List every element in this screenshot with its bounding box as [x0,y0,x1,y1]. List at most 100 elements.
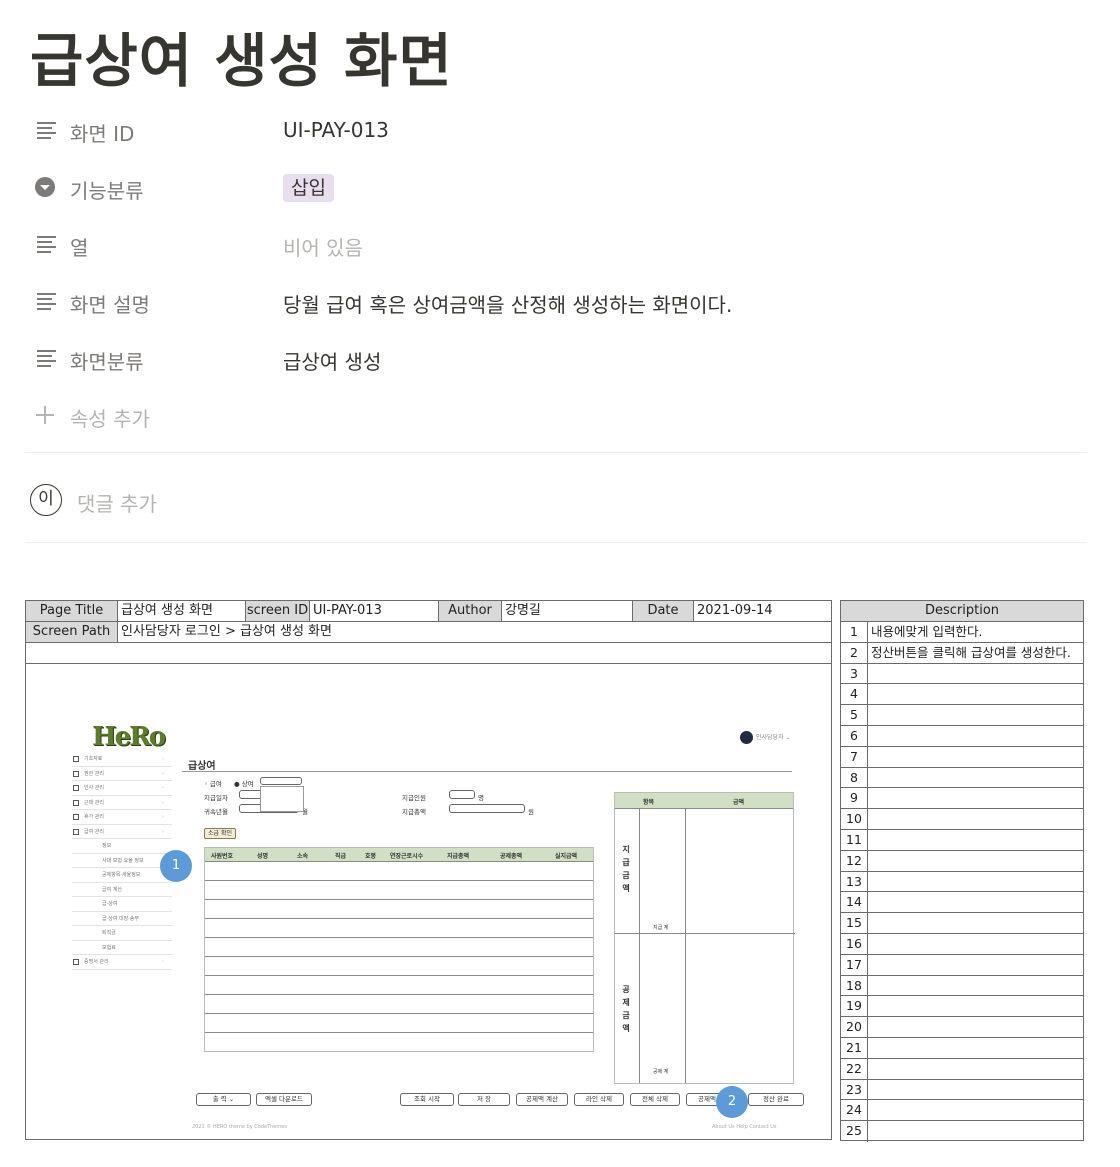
table-row[interactable] [205,900,593,919]
table-row[interactable] [205,862,593,881]
description-row: 23 [841,1079,1083,1101]
excel-download-button[interactable]: 엑셀 다운로드 [256,1093,312,1106]
headcount-input[interactable] [449,790,475,799]
deduction-calc-button[interactable]: 공제액 계산 [516,1093,568,1106]
grid-header-cell: 공제총액 [500,853,523,860]
description-row: 25 [841,1121,1083,1142]
sidebar-subitem[interactable]: 보험료 [72,941,172,955]
add-property-label: 속성 추가 [70,407,150,431]
property-value[interactable]: 당월 급여 혹은 상여금액을 산정해 생성하는 화면이다. [283,289,732,318]
property-screen-id[interactable]: 화면 ID UI-PAY-013 [32,110,1092,150]
print-button[interactable]: 출 력 ⌄ [196,1093,251,1106]
description-row: 15 [841,913,1083,934]
row-number: 15 [841,913,868,933]
search-start-button[interactable]: 조회 시작 [400,1093,454,1106]
app-window: HeRo 인사담당자 ⌄ 기초자료 › 권한 관리 › 인사 관리 › 근태 관리 › … [72,719,812,1139]
row-number: 17 [841,954,868,975]
pay-date-label: 지급일자 [204,794,228,802]
sidebar-subitem[interactable]: 사대 보험 요율 정보 [72,854,172,868]
add-comment[interactable]: 이 댓글 추가 [30,484,430,518]
table-row[interactable] [205,881,593,900]
spec-screen-id: UI-PAY-013 [310,601,439,621]
user-menu[interactable]: 인사담당자 ⌄ [740,731,791,744]
sidebar-subitem[interactable]: 공제항목·세율정보 [72,868,172,883]
table-row[interactable] [205,938,593,957]
footer-links[interactable]: About Us Help Contact Us [712,1124,777,1130]
spec-header-row: Page Title 급상여 생성 화면 screen ID UI-PAY-01… [26,601,831,622]
property-screen-category[interactable]: 화면분류 급상여 생성 [32,338,1092,378]
sidebar-item[interactable]: 권한 관리 › [72,767,172,781]
page-title-label: Page Title [26,601,118,621]
radio-pay[interactable]: ◦ 급여 [204,778,222,788]
save-button[interactable]: 저 장 [458,1093,510,1106]
sidebar-item[interactable]: 기초자료 › [72,752,172,767]
date-label: Date [633,601,694,621]
table-row[interactable] [205,995,593,1014]
table-row[interactable] [205,957,593,976]
sidebar-item-label: 급여 계산 [102,886,122,893]
sidebar-item-label: 급·상여 [102,901,118,907]
grid-header-cell: 직급 [335,853,347,860]
menu-icon [73,814,79,820]
comment-placeholder[interactable]: 댓글 추가 [77,488,157,517]
sidebar-item-label: 사대 보험 요율 정보 [102,857,144,864]
sidebar-item[interactable]: 근태 관리 › [72,796,172,810]
row-number: 11 [841,829,868,850]
avatar [740,731,753,744]
table-row[interactable] [205,919,593,938]
description-table: Description 1 내용에맞게 입력한다. 2 정산버튼을 클릭해 급상여를 … [840,600,1084,1142]
table-row[interactable] [205,976,593,995]
sidebar-subitem[interactable]: 급여 계산 [72,883,172,897]
sidebar-subitem[interactable]: 급·상여 대장·송부 [72,912,172,926]
deduct-section-label: 공제금액 [622,985,630,1033]
property-name: 화면 ID [70,122,135,146]
description-row: 20 [841,1017,1083,1038]
property-value[interactable]: 급상여 생성 [283,346,381,375]
description-row: 8 [841,767,1083,789]
sidebar-subitem[interactable]: 급·상여 [72,897,172,912]
property-category[interactable]: 기능분류 삽입 [32,167,1092,207]
description-row: 18 [841,975,1083,997]
description-row: 13 [841,871,1083,893]
confirm-button[interactable]: 소급 확인 [204,828,236,839]
delete-all-button[interactable]: 전체 삭제 [630,1093,680,1106]
radio-bonus[interactable]: ● 상여 [234,778,254,788]
property-description[interactable]: 화면 설명 당월 급여 혹은 상여금액을 산정해 생성하는 화면이다. [32,281,1092,321]
sidebar-item-label: 근태 관리 [84,799,104,806]
row-number: 9 [841,788,868,809]
sidebar-subitem[interactable]: 정보 [72,839,172,854]
sidebar-item[interactable]: 증명서 관리 › [72,955,172,970]
app-page-title: 급상여 [188,761,216,772]
pay-detail-table: 항목 금액 지급금액 공제금액 지급 계 공제 계 [614,792,795,1084]
property-value-empty[interactable]: 비어 있음 [283,232,363,261]
menu-icon [73,799,79,806]
property-column[interactable]: 열 비어 있음 [32,224,1092,264]
row-number: 4 [841,684,868,705]
add-property-button[interactable]: 속성 추가 [32,395,1092,435]
category-tag: 삽입 [283,174,334,202]
description-row: 11 [841,829,1083,851]
description-row: 3 [841,663,1083,685]
sidebar-item[interactable]: 급여 관리 › [72,825,172,839]
total-label: 지급총액 [402,808,426,816]
total-input[interactable] [449,804,525,813]
sidebar-item-label: 정보 [102,843,112,849]
type-select[interactable] [260,777,302,785]
dropdown-popup[interactable] [260,786,304,812]
delete-line-button[interactable]: 라인 삭제 [574,1093,624,1106]
row-number: 21 [841,1037,868,1058]
text-lines-icon [34,347,56,369]
settlement-complete-button[interactable]: 정산 완료 [748,1093,804,1106]
description-row: 21 [841,1037,1083,1059]
spec-screen-path: 인사담당자 로그인 > 급상여 생성 화면 [121,624,332,639]
sidebar-item[interactable]: 인사 관리 › [72,781,172,796]
sidebar-item-label: 공제항목·세율정보 [102,872,141,878]
table-row[interactable] [205,1033,593,1052]
sidebar-subitem[interactable]: 퇴직금 [72,926,172,941]
row-number: 13 [841,871,868,892]
description-row: 24 [841,1100,1083,1122]
property-value-wrap[interactable]: 삽입 [283,174,334,202]
table-row[interactable] [205,1014,593,1033]
property-value[interactable]: UI-PAY-013 [283,118,389,142]
sidebar-item[interactable]: 휴가 관리 › [72,810,172,825]
